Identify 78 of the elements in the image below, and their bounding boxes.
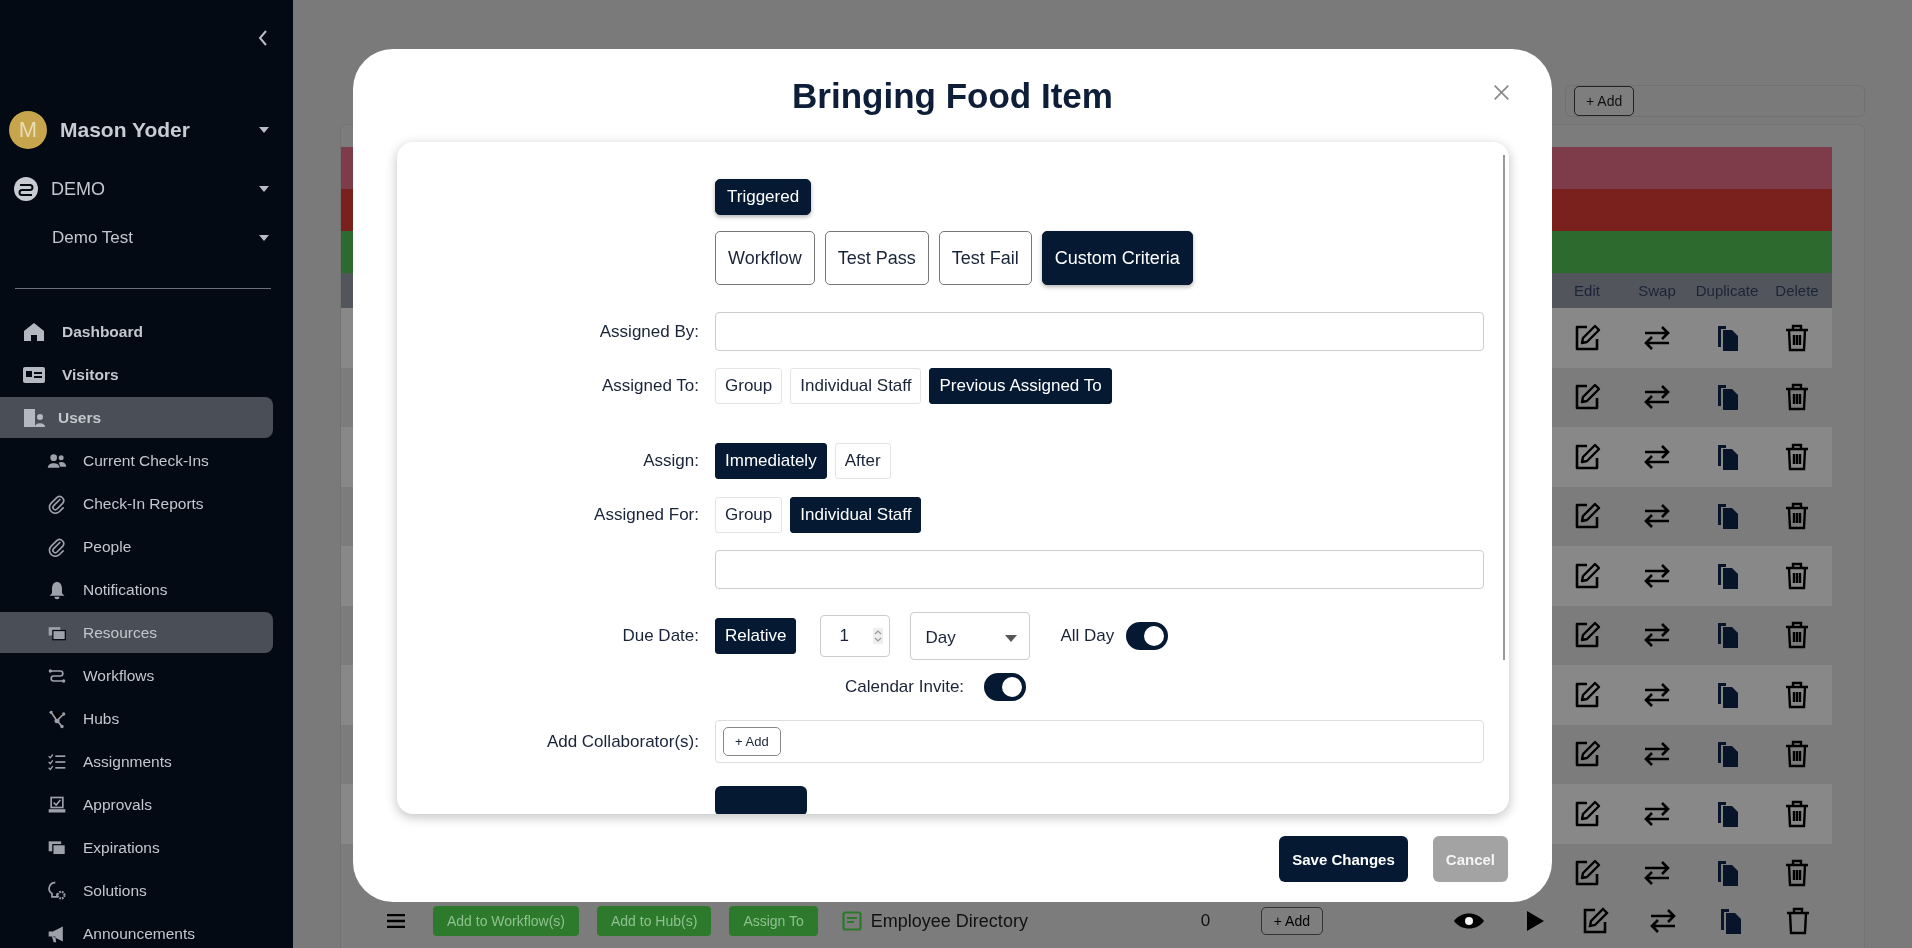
count-value: 0 — [1200, 911, 1212, 931]
location-name[interactable]: Demo Test — [52, 228, 259, 248]
trigger-type-button[interactable]: Custom Criteria — [1041, 231, 1193, 285]
modal-title: Bringing Food Item — [792, 75, 1113, 116]
field-label: Assigned For: — [593, 505, 699, 525]
field-label: Assigned By: — [598, 321, 699, 342]
all-day-toggle[interactable] — [1126, 622, 1169, 650]
field-label: Assign: — [642, 451, 699, 471]
play-icon[interactable] — [1525, 910, 1546, 932]
trigger-type-button[interactable]: Test Pass — [824, 231, 929, 285]
bell-icon — [47, 579, 67, 600]
field-label: Add Collaborator(s): — [545, 731, 699, 752]
close-icon[interactable] — [1493, 84, 1510, 101]
add-button[interactable]: + Add — [723, 727, 781, 756]
field-label: Due Date: — [621, 626, 699, 646]
nav-item[interactable]: Resources — [0, 612, 273, 653]
nav-item[interactable]: Dashboard — [0, 311, 273, 352]
assigned-by-field[interactable] — [715, 312, 1484, 351]
trigger-type-button[interactable]: Test Fail — [938, 231, 1032, 285]
option-chip[interactable]: After — [834, 443, 891, 479]
trigger-type-button[interactable]: Workflow — [715, 231, 815, 285]
nav-item[interactable]: Users — [0, 397, 273, 438]
route-icon — [13, 176, 39, 202]
column-header: Swap — [1637, 282, 1677, 299]
nav-item[interactable]: Check-In Reports — [0, 483, 273, 524]
column-header: Delete — [1774, 282, 1820, 299]
tray-check-icon — [47, 794, 67, 815]
calendar-invite-toggle[interactable] — [984, 673, 1027, 701]
document-icon — [841, 911, 862, 931]
caret-icon[interactable] — [259, 127, 269, 133]
mode-chip[interactable]: Triggered — [715, 179, 812, 215]
add-button[interactable]: + Add — [1260, 907, 1324, 935]
nav-item[interactable]: Workflows — [0, 655, 273, 696]
staff-field[interactable] — [715, 550, 1484, 589]
nav-item[interactable]: Solutions — [0, 870, 273, 911]
user-name[interactable]: Mason Yoder — [60, 118, 246, 142]
due-mode-chip[interactable]: Relative — [715, 618, 797, 654]
scrollbar[interactable] — [1503, 155, 1505, 660]
nav-item[interactable]: Current Check-Ins — [0, 440, 273, 481]
nav-item[interactable]: Visitors — [0, 354, 273, 395]
caret-icon — [1005, 634, 1018, 642]
checklist-icon — [47, 751, 67, 772]
option-chip[interactable]: Group — [715, 368, 783, 404]
nav-item[interactable]: Announcements — [0, 913, 273, 948]
paperclip-icon — [47, 493, 67, 514]
resource-name: Employee Directory — [870, 910, 1029, 932]
eye-icon[interactable] — [1453, 911, 1486, 931]
nav-item[interactable]: People — [0, 526, 273, 567]
nav-item[interactable]: Notifications — [0, 569, 273, 610]
toggle-label: Calendar Invite: — [845, 677, 965, 697]
number-field[interactable]: 1 — [820, 615, 891, 657]
option-chip[interactable]: Immediately — [715, 443, 827, 479]
collapse-chevron-icon[interactable] — [257, 29, 269, 47]
caret-icon[interactable] — [259, 235, 269, 241]
paperclip-icon — [47, 536, 67, 557]
spinner-icon[interactable] — [873, 628, 884, 644]
option-chip[interactable]: Individual Staff — [790, 497, 922, 533]
option-chip[interactable]: Individual Staff — [790, 368, 922, 404]
nav-item[interactable]: Hubs — [0, 698, 273, 739]
caret-icon[interactable] — [259, 186, 269, 192]
drag-handle-icon[interactable] — [386, 914, 406, 928]
bulb-gear-icon — [47, 880, 67, 901]
toggle-label: All Day — [1060, 626, 1115, 646]
save-button[interactable]: Save Changes — [1279, 836, 1408, 882]
nav-item[interactable]: Assignments — [0, 741, 273, 782]
add-button[interactable]: + Add — [1574, 86, 1635, 116]
nav-item[interactable]: Approvals — [0, 784, 273, 825]
nav-item[interactable]: Expirations — [0, 827, 273, 868]
option-chip[interactable]: Group — [715, 497, 783, 533]
organization-name[interactable]: DEMO — [51, 178, 247, 200]
column-header: Duplicate — [1694, 282, 1760, 299]
unit-select[interactable]: Day — [910, 612, 1031, 660]
option-chip[interactable]: Previous Assigned To — [929, 368, 1112, 404]
avatar: M — [9, 111, 47, 149]
column-header: Edit — [1573, 282, 1601, 299]
collaborators-field[interactable]: + Add — [715, 720, 1484, 763]
nodes-icon — [47, 708, 67, 729]
field-label: Assigned To: — [600, 376, 699, 396]
